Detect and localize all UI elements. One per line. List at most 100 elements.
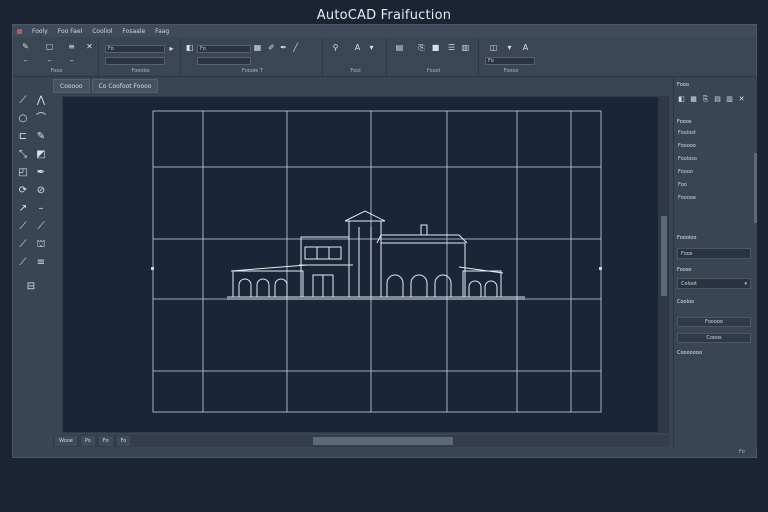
arc-icon[interactable]: ⌒ (35, 113, 47, 125)
pen-icon[interactable]: ✒ (279, 43, 288, 52)
menu-item[interactable]: Fosaale (122, 28, 145, 35)
fillet-icon[interactable]: ↗ (17, 203, 29, 215)
layer-item[interactable]: Foo (678, 181, 687, 190)
layer-icon[interactable]: ◧ (185, 43, 194, 52)
trim-icon[interactable]: ◰ (17, 167, 29, 179)
circle-icon[interactable]: ○ (17, 113, 29, 125)
status-item[interactable]: Po (80, 436, 95, 446)
sheet-border (152, 110, 602, 413)
layer-item[interactable]: Foooo (678, 168, 693, 177)
layer-item[interactable]: Fooooo (678, 142, 696, 151)
menu-bar: Fooly Foo Fael Cooliol Fosaale Faag (13, 25, 756, 37)
properties-field[interactable]: Foos (677, 248, 751, 259)
panel-footer: Cooooooo (677, 350, 702, 356)
tab-drawing[interactable]: Co Coofoot Foooo (91, 79, 159, 93)
table-icon[interactable]: ▤ (395, 43, 404, 52)
scroll-thumb[interactable] (313, 437, 453, 445)
block-icon[interactable]: ⛫ (35, 239, 47, 251)
pencil-icon[interactable]: ✎ (21, 42, 30, 51)
point-icon[interactable]: ⟋ (17, 257, 29, 269)
dimension-icon[interactable]: ⟋ (35, 221, 47, 233)
application-window: Fooly Foo Fael Cooliol Fosaale Faag ✎ ▢ … (12, 24, 757, 458)
menu-item[interactable]: Fooly (32, 28, 48, 35)
ribbon-field[interactable]: Fo (485, 57, 535, 65)
copy-icon[interactable]: ◩ (35, 149, 47, 161)
brush-icon[interactable]: ⟋ (17, 239, 29, 251)
chevron-down-icon: ▾ (744, 281, 747, 287)
table-icon[interactable]: ≡ (35, 257, 47, 269)
rectangle-icon[interactable]: ⊏ (17, 131, 29, 143)
mirror-icon[interactable]: ⟳ (17, 185, 29, 197)
status-item[interactable]: Fo (98, 436, 113, 446)
panel-button[interactable]: Cooos (677, 333, 751, 343)
menu-item[interactable]: Faag (155, 28, 169, 35)
layer-item[interactable]: Fooloso (678, 155, 697, 164)
slash-icon[interactable]: ╱ (291, 43, 300, 52)
properties-icon[interactable]: ▥ (725, 95, 734, 104)
close-icon[interactable]: ✕ (737, 95, 746, 104)
move-icon[interactable]: ⤡ (17, 149, 29, 161)
chevron-down-icon[interactable]: ▾ (505, 43, 514, 52)
ribbon-field[interactable]: Fo (105, 45, 165, 53)
chevron-icon[interactable]: ▸ (167, 44, 176, 53)
offset-icon[interactable]: ⊘ (35, 185, 47, 197)
ribbon-group-layers: ◧ Fo ▦ ✐ ✒ ╱ Fooole T (183, 39, 323, 75)
horizontal-scrollbar[interactable] (53, 435, 669, 447)
hatch-icon[interactable]: ✎ (35, 131, 47, 143)
line-icon[interactable]: ⟋ (17, 95, 29, 107)
ribbon-field[interactable]: Fo (197, 45, 251, 53)
menu-item[interactable]: Foo Fael (58, 28, 82, 35)
dropdown-value: Coloot (681, 281, 698, 287)
ribbon-field[interactable] (105, 57, 165, 65)
bars-icon[interactable]: ▥ (461, 43, 470, 52)
ribbon: ✎ ▢ ≡ ✕ – – – Fooo Fo ▸ Fooobo ◧ Fo ▦ ✐ … (13, 37, 756, 77)
text-icon[interactable]: A (353, 43, 362, 52)
text-icon[interactable]: ⟋ (17, 221, 29, 233)
match-icon[interactable]: ⎘ (701, 95, 710, 104)
drawing-canvas[interactable] (62, 96, 659, 433)
ribbon-group-modify: Fo ▸ Fooobo (101, 39, 181, 75)
list-icon[interactable]: ▤ (713, 95, 722, 104)
dash-icon[interactable]: – (45, 56, 54, 65)
status-item[interactable]: Fo (116, 436, 131, 446)
app-menu-icon[interactable] (17, 28, 22, 34)
panel-button[interactable]: Fooooo (677, 317, 751, 327)
layer-icon[interactable]: ◧ (677, 95, 686, 104)
vertical-scrollbar[interactable] (659, 96, 669, 433)
status-item[interactable]: Wooe (55, 436, 77, 446)
text-style-icon[interactable]: A (521, 43, 530, 52)
properties-icon[interactable]: ☰ (447, 43, 456, 52)
list-icon[interactable]: ≡ (67, 42, 76, 51)
brush-icon[interactable]: ✐ (267, 43, 276, 52)
grid-icon[interactable]: ▦ (253, 43, 262, 52)
square-icon[interactable]: ▢ (45, 42, 54, 51)
scroll-thumb[interactable] (661, 216, 667, 296)
properties-panel: Fooo ◧ ▦ ⎘ ▤ ▥ ✕ Fooos Foolost Fooooo Fo… (673, 77, 757, 447)
tab-start[interactable]: Cooooo (53, 79, 90, 93)
document-tabs: Cooooo Co Coofoot Foooo (53, 79, 159, 93)
match-icon[interactable]: ⎘ (417, 43, 426, 52)
layer-icon[interactable]: ⊟ (19, 281, 43, 293)
chamfer-icon[interactable]: – (35, 203, 47, 215)
dash-icon[interactable]: – (67, 56, 76, 65)
section-title: Fooos (677, 119, 692, 125)
view-icon[interactable]: ◫ (489, 43, 498, 52)
chevron-down-icon[interactable]: ▾ (367, 43, 376, 52)
ribbon-field[interactable] (197, 57, 251, 65)
drawing-svg (151, 110, 602, 413)
menu-item[interactable]: Cooliol (92, 28, 112, 35)
color-dropdown[interactable]: Coloot ▾ (677, 278, 751, 289)
panel-scrollbar[interactable] (754, 153, 757, 223)
panel-header: Fooo (677, 82, 689, 88)
layer-item[interactable]: Fooooe (678, 194, 696, 203)
layer-item[interactable]: Foolost (678, 129, 696, 138)
search-icon[interactable]: ⚲ (331, 43, 340, 52)
cross-icon[interactable]: ✕ (85, 42, 94, 51)
grid-icon[interactable]: ▦ (689, 95, 698, 104)
extend-icon[interactable]: ✒ (35, 167, 47, 179)
ribbon-group-properties: ▤ ⎘ ■ ☰ ▥ Foool (389, 39, 479, 75)
color-icon[interactable]: ■ (431, 43, 440, 52)
dash-icon[interactable]: – (21, 56, 30, 65)
polyline-icon[interactable]: ⋀ (35, 95, 47, 107)
left-toolbar: ⟋ ⋀ ○ ⌒ ⊏ ✎ ⤡ ◩ ◰ ✒ ⟳ ⊘ ↗ – ⟋ ⟋ ⟋ ⛫ ⟋ ≡ … (15, 93, 53, 393)
